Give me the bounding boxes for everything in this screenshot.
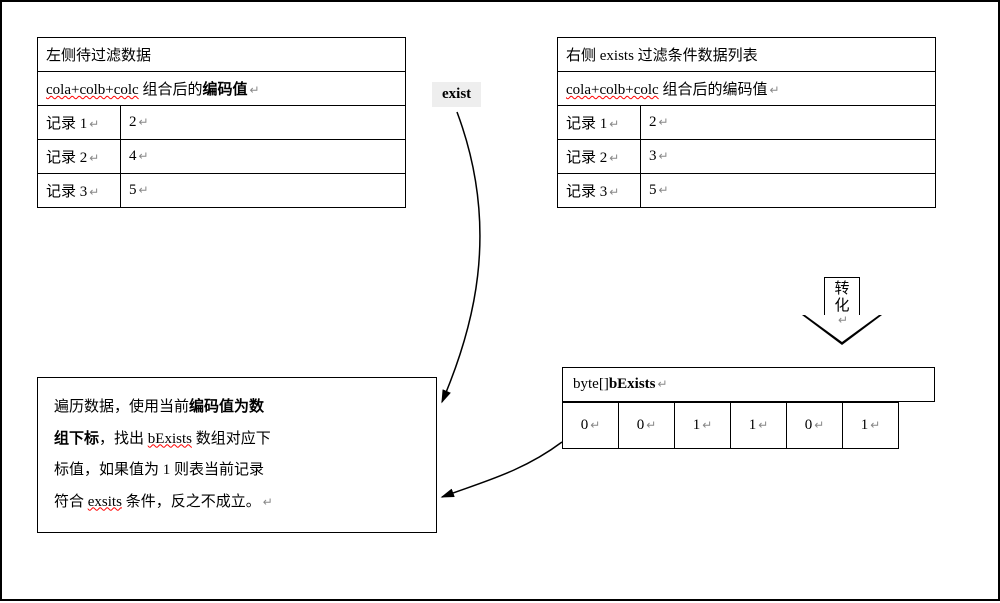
table-row: 记录 1↵ 2↵ <box>38 106 406 140</box>
exist-label: exist <box>432 82 481 107</box>
row-val: 5↵ <box>121 174 406 208</box>
byte-cell: 0↵ <box>787 402 843 449</box>
right-table-wrapper: 右侧 exists 过滤条件数据列表 cola+colb+colc 组合后的编码… <box>557 37 936 208</box>
table-row: 记录 1↵ 2↵ <box>558 106 936 140</box>
row-key: 记录 3↵ <box>558 174 641 208</box>
table-row: 记录 3↵ 5↵ <box>558 174 936 208</box>
description-text: 遍历数据，使用当前编码值为数 组下标，找出 bExists 数组对应下 标值，如… <box>54 392 420 518</box>
diagram-frame: 左侧待过滤数据 cola+colb+colc 组合后的编码值↵ 记录 1↵ 2↵… <box>0 0 1000 601</box>
row-val: 2↵ <box>641 106 936 140</box>
byte-array-header: byte[] bExists↵ <box>562 367 935 402</box>
left-table-header-cols: cola+colb+colc <box>46 82 139 98</box>
row-val: 5↵ <box>641 174 936 208</box>
right-table: 右侧 exists 过滤条件数据列表 cola+colb+colc 组合后的编码… <box>557 37 936 208</box>
row-key: 记录 3↵ <box>38 174 121 208</box>
left-table-header: cola+colb+colc 组合后的编码值↵ <box>38 72 406 106</box>
row-val: 4↵ <box>121 140 406 174</box>
left-table-wrapper: 左侧待过滤数据 cola+colb+colc 组合后的编码值↵ 记录 1↵ 2↵… <box>37 37 406 208</box>
byte-cell: 1↵ <box>843 402 899 449</box>
row-val: 3↵ <box>641 140 936 174</box>
left-table-title: 左侧待过滤数据 <box>38 38 406 72</box>
byte-cell: 0↵ <box>619 402 675 449</box>
byte-array-wrapper: byte[] bExists↵ 0↵ 0↵ 1↵ 1↵ 0↵ 1↵ <box>562 367 935 449</box>
table-row: 记录 3↵ 5↵ <box>38 174 406 208</box>
left-table: 左侧待过滤数据 cola+colb+colc 组合后的编码值↵ 记录 1↵ 2↵… <box>37 37 406 208</box>
table-row: 记录 2↵ 4↵ <box>38 140 406 174</box>
byte-array-cells: 0↵ 0↵ 1↵ 1↵ 0↵ 1↵ <box>562 402 935 449</box>
row-val: 2↵ <box>121 106 406 140</box>
row-key: 记录 1↵ <box>38 106 121 140</box>
byte-cell: 1↵ <box>731 402 787 449</box>
table-row: 记录 2↵ 3↵ <box>558 140 936 174</box>
row-key: 记录 1↵ <box>558 106 641 140</box>
convert-label: 转化↵ <box>832 281 852 327</box>
byte-cell: 0↵ <box>562 402 619 449</box>
row-key: 记录 2↵ <box>558 140 641 174</box>
row-key: 记录 2↵ <box>38 140 121 174</box>
description-box: 遍历数据，使用当前编码值为数 组下标，找出 bExists 数组对应下 标值，如… <box>37 377 437 533</box>
right-table-header: cola+colb+colc 组合后的编码值↵ <box>558 72 936 106</box>
byte-cell: 1↵ <box>675 402 731 449</box>
convert-arrow-down-icon: 转化↵ <box>802 277 882 357</box>
right-table-header-cols: cola+colb+colc <box>566 82 659 98</box>
right-table-title: 右侧 exists 过滤条件数据列表 <box>558 38 936 72</box>
